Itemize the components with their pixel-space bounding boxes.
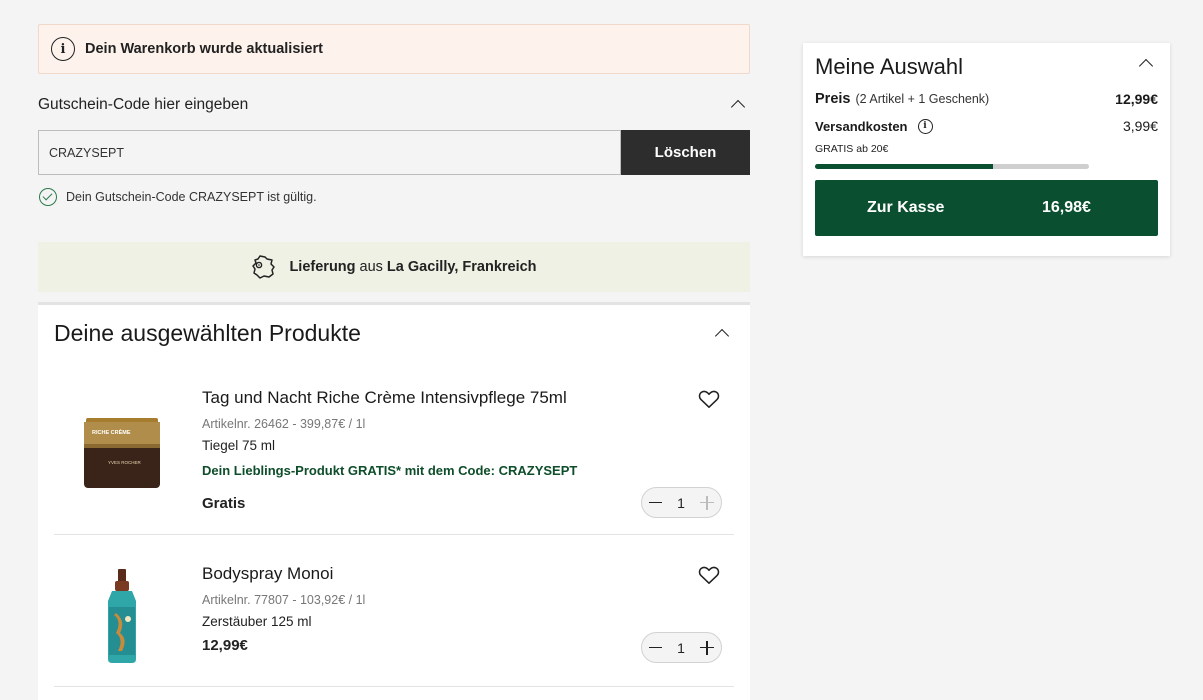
coupon-valid-message: Dein Gutschein-Code CRAZYSEPT ist gültig… xyxy=(38,188,317,206)
jar-brand: YVES ROCHER xyxy=(108,460,142,465)
notice-text: Dein Warenkorb wurde aktualisiert xyxy=(85,41,323,57)
price-sub: (2 Artikel + 1 Geschenk) xyxy=(855,92,990,106)
price-value: 12,99€ xyxy=(1115,91,1158,107)
products-section: Deine ausgewählten Produkte RICHE CRÈME … xyxy=(38,302,750,700)
coupon-section-header[interactable]: Gutschein-Code hier eingeben xyxy=(38,94,750,116)
summary-title: Meine Auswahl xyxy=(815,54,963,79)
check-circle-icon xyxy=(39,188,57,206)
price-label: Preis xyxy=(815,91,851,107)
plus-icon[interactable] xyxy=(699,640,714,655)
quantity-stepper: 1 xyxy=(641,632,722,663)
coupon-label: Gutschein-Code hier eingeben xyxy=(38,96,249,113)
product-price: Gratis xyxy=(202,495,246,512)
product-size: Zerstäuber 125 ml xyxy=(202,614,312,629)
coupon-input[interactable] xyxy=(38,130,621,175)
free-shipping-progress xyxy=(815,164,1089,169)
quantity-stepper: 1 xyxy=(641,487,722,518)
product-item: RICHE CRÈME YVES ROCHER Tag und Nacht Ri… xyxy=(54,380,734,535)
minus-icon[interactable] xyxy=(649,646,662,649)
quantity-value: 1 xyxy=(677,639,685,656)
france-map-icon xyxy=(252,255,276,279)
product-image[interactable]: RICHE CRÈME YVES ROCHER xyxy=(82,414,162,489)
info-icon[interactable]: i xyxy=(917,118,933,134)
quantity-value: 1 xyxy=(677,494,685,511)
cart-updated-notice: i Dein Warenkorb wurde aktualisiert xyxy=(38,24,750,74)
chevron-up-icon[interactable] xyxy=(1136,53,1158,75)
delivery-banner: Lieferung aus La Gacilly, Frankreich xyxy=(38,242,750,292)
delivery-label: Lieferung xyxy=(289,259,356,275)
delivery-from: aus xyxy=(359,259,383,275)
products-header[interactable]: Deine ausgewählten Produkte xyxy=(54,320,734,347)
chevron-up-icon[interactable] xyxy=(712,323,734,345)
heart-icon[interactable] xyxy=(698,565,720,585)
checkout-label: Zur Kasse xyxy=(867,199,945,216)
heart-icon[interactable] xyxy=(698,389,720,409)
shipping-label: Versandkosten xyxy=(815,118,908,134)
order-summary: Meine Auswahl Preis (2 Artikel + 1 Gesch… xyxy=(803,43,1170,256)
product-name[interactable]: Bodyspray Monoi xyxy=(202,564,333,584)
product-price: 12,99€ xyxy=(202,637,248,654)
minus-icon[interactable] xyxy=(649,501,662,504)
product-size: Tiegel 75 ml xyxy=(202,438,276,453)
shipping-row: Versandkosten i 3,99€ xyxy=(815,118,1158,134)
coupon-valid-text: Dein Gutschein-Code CRAZYSEPT ist gültig… xyxy=(66,190,317,204)
product-sku: Artikelnr. 77807 - 103,92€ / 1l xyxy=(202,593,366,607)
products-title: Deine ausgewählten Produkte xyxy=(54,320,361,346)
product-name[interactable]: Tag und Nacht Riche Crème Intensivpflege… xyxy=(202,388,567,408)
delete-coupon-button[interactable]: Löschen xyxy=(621,130,750,175)
delivery-location: La Gacilly, Frankreich xyxy=(386,259,537,275)
free-shipping-label: GRATIS ab 20€ xyxy=(815,143,889,155)
checkout-button[interactable]: Zur Kasse 16,98€ xyxy=(815,180,1158,236)
info-icon: i xyxy=(51,37,75,61)
price-row: Preis (2 Artikel + 1 Geschenk) 12,99€ xyxy=(815,91,1158,107)
product-sku: Artikelnr. 26462 - 399,87€ / 1l xyxy=(202,417,366,431)
product-item: Bodyspray Monoi Artikelnr. 77807 - 103,9… xyxy=(54,535,734,687)
coupon-row: Löschen xyxy=(38,130,750,175)
product-image[interactable] xyxy=(82,567,162,665)
product-promo: Dein Lieblings-Produkt GRATIS* mit dem C… xyxy=(202,463,578,478)
checkout-total: 16,98€ xyxy=(1042,199,1091,216)
plus-icon[interactable] xyxy=(699,495,714,510)
shipping-value: 3,99€ xyxy=(1122,118,1158,134)
progress-fill xyxy=(815,164,994,169)
jar-label: RICHE CRÈME xyxy=(92,428,131,436)
chevron-up-icon[interactable] xyxy=(728,94,750,116)
